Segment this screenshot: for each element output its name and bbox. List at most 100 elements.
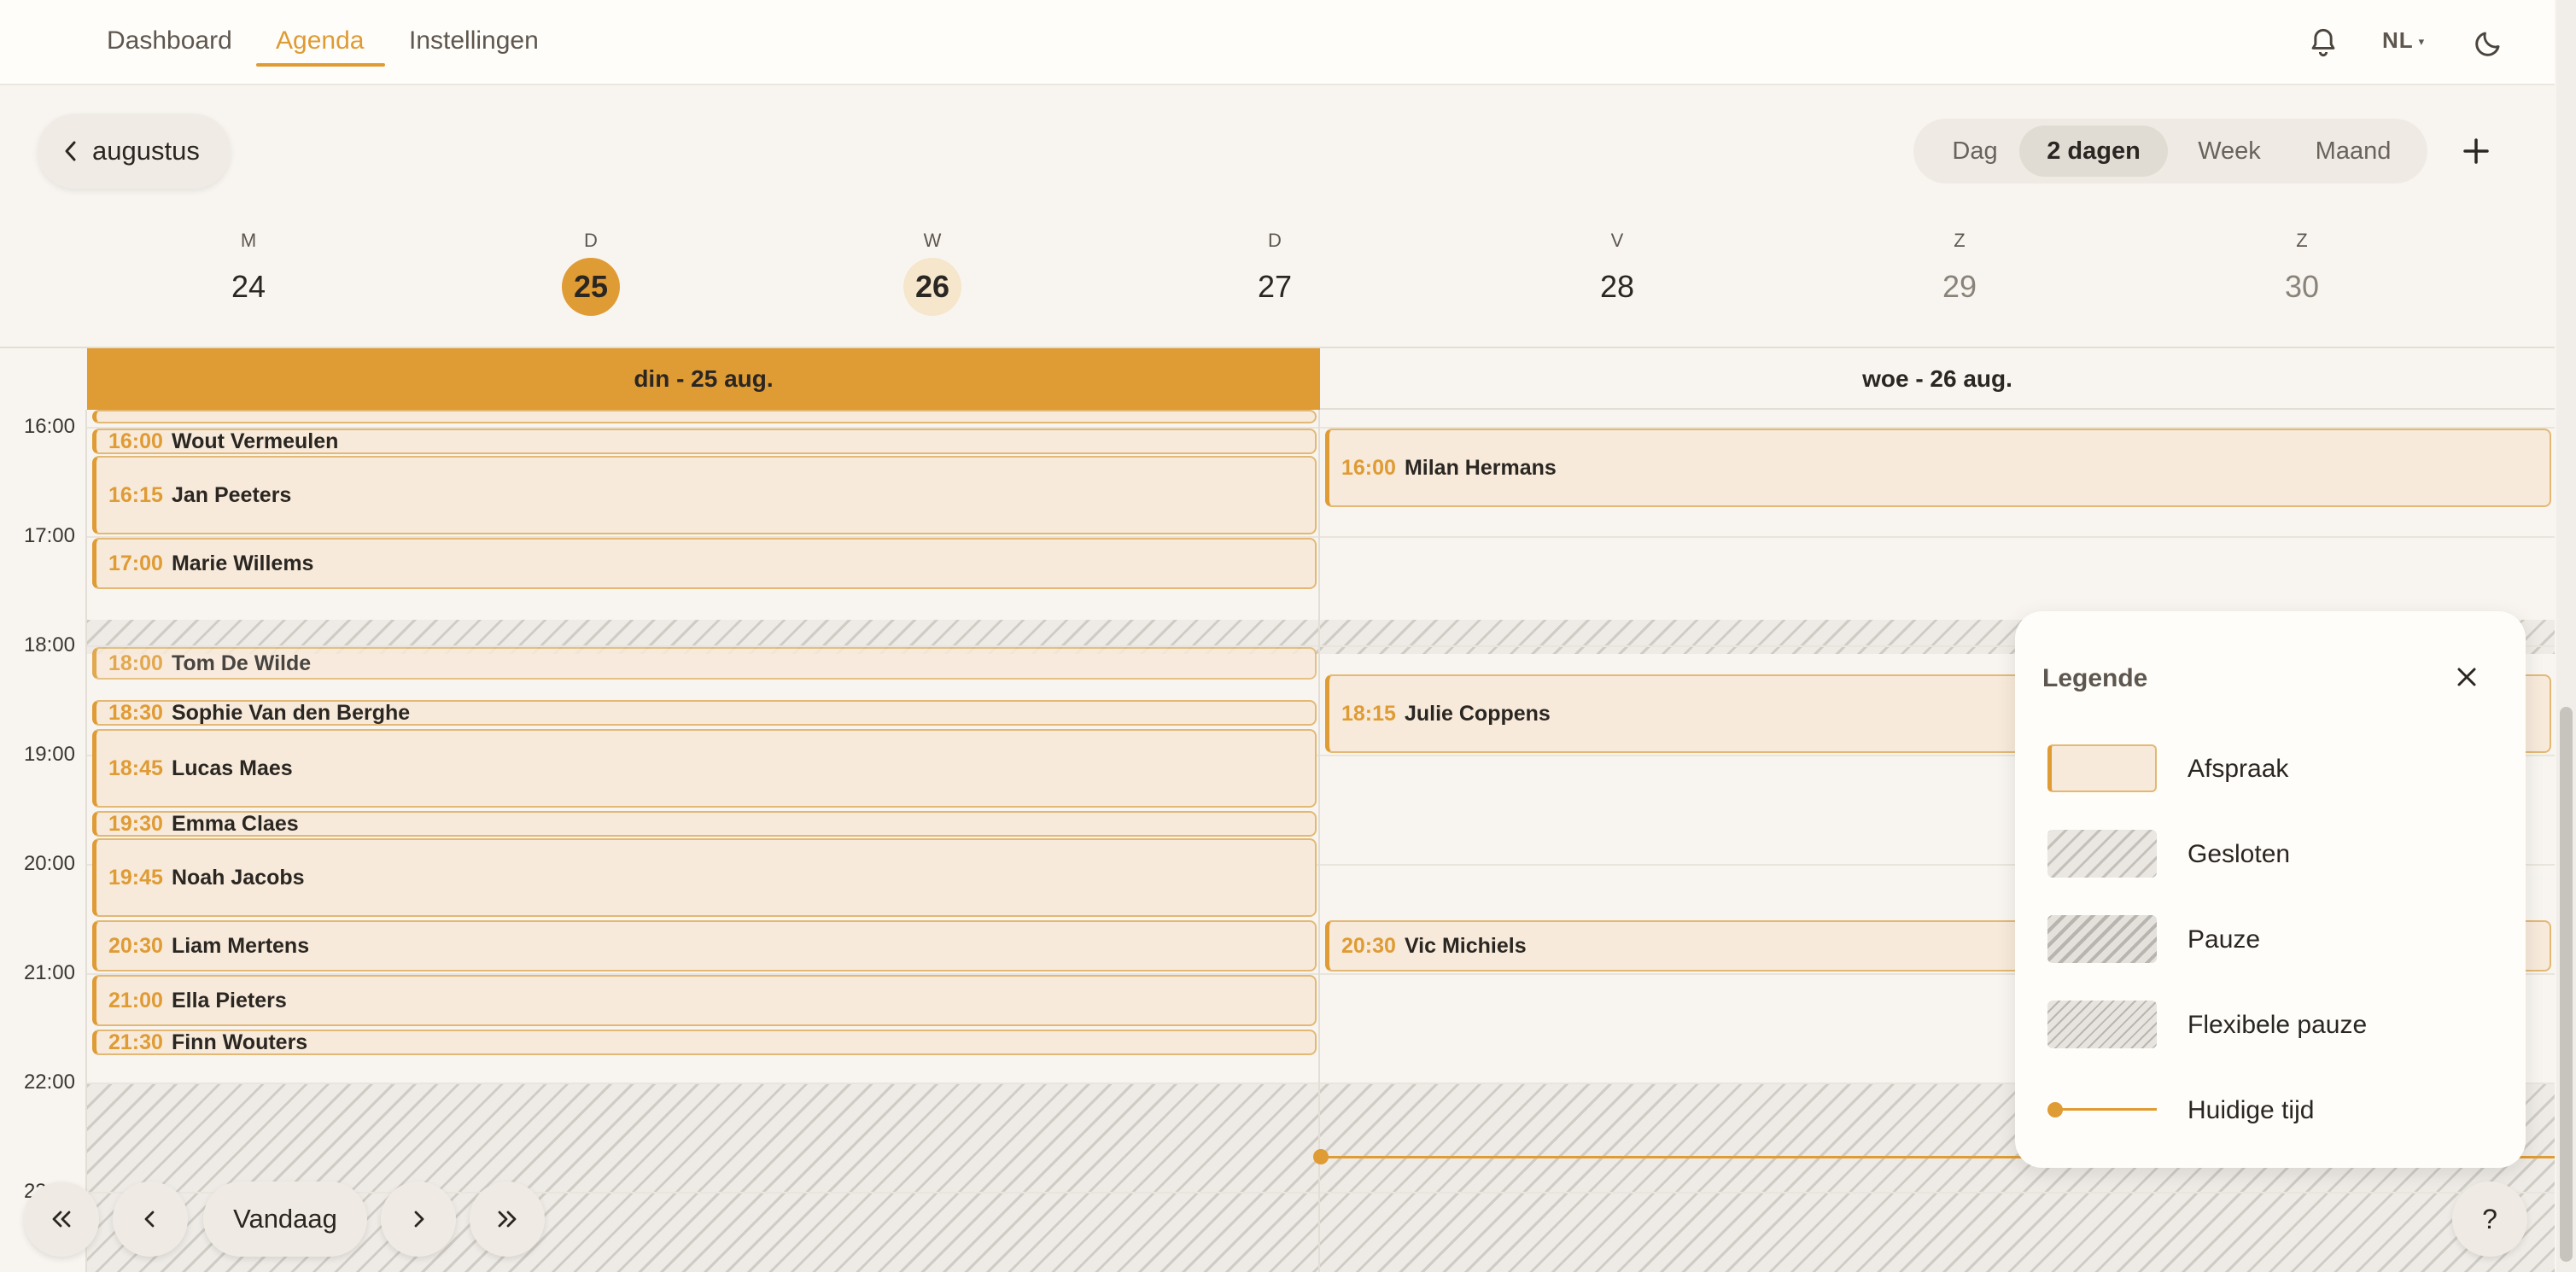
chevron-left-icon	[65, 141, 76, 161]
week-day-number: 27	[1257, 269, 1293, 304]
active-tab-indicator	[256, 63, 385, 67]
legend-item-pauze: Pauze	[2047, 915, 2509, 965]
appointment-time: 18:15	[1341, 701, 1396, 726]
plus-icon[interactable]	[2455, 130, 2497, 172]
view-option-dag[interactable]: Dag	[1924, 125, 2026, 177]
week-day-number: 29	[1942, 269, 1977, 304]
appointment-card[interactable]: 17:00 Marie Willems	[92, 538, 1317, 589]
legend-label: Gesloten	[2188, 840, 2291, 868]
hour-label: 17:00	[23, 524, 75, 547]
week-day-26[interactable]: W 26	[873, 224, 992, 316]
appointment-time: 19:45	[108, 865, 163, 890]
legend-label: Huidige tijd	[2188, 1096, 2315, 1124]
legend-item-huidige-tijd: Huidige tijd	[2047, 1086, 2509, 1135]
chevron-right-icon	[414, 1211, 424, 1228]
appointment-name: Finn Wouters	[171, 1030, 308, 1054]
legend-item-afspraak: Afspraak	[2047, 744, 2509, 794]
jump-forward-button[interactable]	[470, 1182, 545, 1257]
appointment-card[interactable]: 18:30 Sophie Van den Berghe	[92, 700, 1317, 726]
appointment-card[interactable]: 18:45 Lucas Maes	[92, 729, 1317, 808]
scrollbar-thumb[interactable]	[2560, 707, 2573, 1262]
hour-line	[87, 1192, 2555, 1193]
week-day-27[interactable]: D 27	[1215, 224, 1335, 316]
week-day-24[interactable]: M 24	[189, 224, 308, 316]
view-option-maand[interactable]: Maand	[2289, 125, 2417, 177]
tab-agenda[interactable]: Agenda	[276, 26, 364, 56]
appointment-time: 20:30	[108, 933, 163, 958]
hour-label: 16:00	[23, 415, 75, 438]
appointment-time: 18:45	[108, 756, 163, 780]
tab-dashboard[interactable]: Dashboard	[107, 26, 232, 56]
week-day-28[interactable]: V 28	[1557, 224, 1677, 316]
previous-button[interactable]	[113, 1182, 188, 1257]
appointment-card[interactable]: 19:30 Emma Claes	[92, 811, 1317, 837]
appointment-name: Marie Willems	[171, 551, 314, 575]
week-day-number: 24	[231, 269, 266, 304]
appointment-time: 16:00	[108, 429, 163, 453]
divider	[1318, 410, 1320, 1272]
today-button[interactable]: Vandaag	[203, 1182, 367, 1257]
appointment-name: Sophie Van den Berghe	[171, 700, 411, 725]
hour-label: 19:00	[23, 743, 75, 766]
jump-back-button[interactable]	[24, 1182, 99, 1257]
legend-swatch	[2047, 830, 2157, 878]
hour-label: 18:00	[23, 633, 75, 656]
week-day-25[interactable]: D 25	[531, 224, 651, 316]
previous-month-button[interactable]: augustus	[38, 114, 231, 189]
week-day-number: 25	[562, 258, 620, 316]
hour-label: 21:00	[23, 961, 75, 984]
week-day-letter: D	[584, 230, 598, 251]
bell-icon[interactable]	[2304, 24, 2342, 61]
view-switcher: Dag 2 dagen Week Maand	[1913, 119, 2427, 184]
appointment-card[interactable]: 21:00 Ella Pieters	[92, 975, 1317, 1026]
appointment-card[interactable]: 19:45 Noah Jacobs	[92, 838, 1317, 917]
appointment-name: Wout Vermeulen	[171, 429, 339, 453]
appointment-time: 18:30	[108, 700, 163, 725]
appointment-name: Jan Peeters	[171, 482, 292, 507]
language-selector[interactable]: NL ▾	[2382, 27, 2425, 54]
double-chevron-right-icon	[498, 1211, 517, 1228]
week-day-letter: D	[1268, 230, 1282, 251]
legend-swatch	[2047, 1086, 2157, 1134]
legend-panel: Legende Afspraak Gesloten Pauze Flexibel…	[2015, 611, 2526, 1168]
appointment-card[interactable]: 21:30 Finn Wouters	[92, 1030, 1317, 1055]
legend-item-gesloten: Gesloten	[2047, 830, 2509, 879]
view-option-week[interactable]: Week	[2170, 125, 2289, 177]
appointment-name: Emma Claes	[171, 811, 299, 836]
week-day-number: 26	[903, 258, 961, 316]
double-chevron-left-icon	[52, 1211, 71, 1228]
appointment-time: 16:15	[108, 482, 163, 507]
appointment-name: Vic Michiels	[1404, 933, 1527, 958]
appointment-card[interactable]: 16:00 Milan Hermans	[1325, 429, 2551, 507]
appointment-time: 21:00	[108, 988, 163, 1012]
top-navigation: Dashboard Agenda Instellingen NL ▾	[0, 0, 2555, 85]
hour-label: 22:00	[23, 1071, 75, 1094]
appointment-card[interactable]: 16:15 Jan Peeters	[92, 456, 1317, 534]
week-day-30[interactable]: Z 30	[2242, 224, 2362, 316]
close-icon[interactable]	[2445, 656, 2488, 698]
appointment-card[interactable]	[92, 410, 1317, 423]
day-column-header-2[interactable]: woe - 26 aug.	[1320, 348, 2555, 410]
view-option-2-dagen[interactable]: 2 dagen	[2019, 125, 2168, 177]
appointment-name: Tom De Wilde	[171, 651, 312, 675]
day-column-header-1[interactable]: din - 25 aug.	[87, 348, 1320, 410]
help-button[interactable]: ?	[2452, 1182, 2527, 1257]
appointment-card[interactable]: 16:00 Wout Vermeulen	[92, 429, 1317, 454]
legend-swatch	[2047, 915, 2157, 963]
caret-down-icon: ▾	[2418, 35, 2426, 49]
legend-item-flexibele-pauze: Flexibele pauze	[2047, 1001, 2509, 1050]
legend-label: Afspraak	[2188, 755, 2289, 783]
week-day-29[interactable]: Z 29	[1900, 224, 2019, 316]
appointment-name: Noah Jacobs	[171, 865, 305, 890]
tab-instellingen[interactable]: Instellingen	[409, 26, 539, 56]
legend-title: Legende	[2042, 664, 2148, 692]
legend-label: Flexibele pauze	[2188, 1011, 2368, 1039]
week-strip: M 24 D 25 W 26 D 27 V 28 Z 29 Z 30	[85, 224, 2555, 335]
moon-icon[interactable]	[2470, 24, 2508, 61]
appointment-time: 19:30	[108, 811, 163, 836]
appointment-card[interactable]: 18:00 Tom De Wilde	[92, 647, 1317, 680]
current-time-dot	[1313, 1149, 1329, 1164]
appointment-card[interactable]: 20:30 Liam Mertens	[92, 920, 1317, 972]
next-button[interactable]	[381, 1182, 456, 1257]
appointment-time: 17:00	[108, 551, 163, 575]
